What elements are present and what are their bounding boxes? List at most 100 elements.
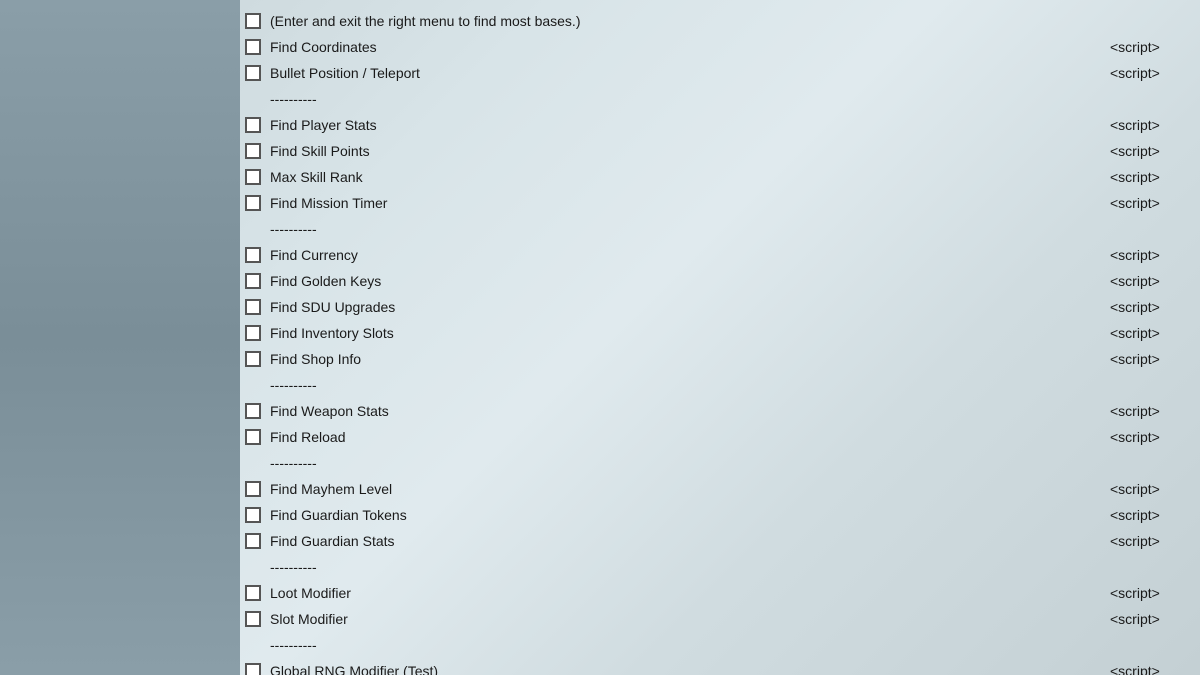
- checkbox-wrapper-find-player-stats: [240, 117, 266, 133]
- item-script-find-currency: <script>: [1110, 247, 1190, 263]
- separator-row: ----------: [240, 632, 1200, 658]
- checkbox-wrapper-find-guardian-tokens: [240, 507, 266, 523]
- checkbox-wrapper-find-weapon-stats: [240, 403, 266, 419]
- item-script-find-golden-keys: <script>: [1110, 273, 1190, 289]
- item-label-find-player-stats: Find Player Stats: [266, 117, 1110, 133]
- list-item-find-shop-info: Find Shop Info<script>: [240, 346, 1200, 372]
- list-item-find-player-stats: Find Player Stats<script>: [240, 112, 1200, 138]
- checkbox-wrapper-bullet-position: [240, 65, 266, 81]
- list-item-global-rng-modifier: Global RNG Modifier (Test)<script>: [240, 658, 1200, 675]
- list-item-find-mayhem-level: Find Mayhem Level<script>: [240, 476, 1200, 502]
- intro-label: (Enter and exit the right menu to find m…: [266, 13, 1190, 29]
- checkbox-find-player-stats[interactable]: [245, 117, 261, 133]
- intro-checkbox-wrapper: [240, 13, 266, 29]
- separator-row: ----------: [240, 554, 1200, 580]
- checkbox-find-currency[interactable]: [245, 247, 261, 263]
- item-label-find-currency: Find Currency: [266, 247, 1110, 263]
- checkbox-find-guardian-stats[interactable]: [245, 533, 261, 549]
- item-label-max-skill-rank: Max Skill Rank: [266, 169, 1110, 185]
- checkbox-wrapper-global-rng-modifier: [240, 663, 266, 675]
- item-script-find-coordinates: <script>: [1110, 39, 1190, 55]
- checkbox-find-mayhem-level[interactable]: [245, 481, 261, 497]
- intro-checkbox[interactable]: [245, 13, 261, 29]
- checkbox-find-guardian-tokens[interactable]: [245, 507, 261, 523]
- item-script-find-skill-points: <script>: [1110, 143, 1190, 159]
- list-item-find-currency: Find Currency<script>: [240, 242, 1200, 268]
- checkbox-global-rng-modifier[interactable]: [245, 663, 261, 675]
- checkbox-wrapper-find-guardian-stats: [240, 533, 266, 549]
- item-script-find-player-stats: <script>: [1110, 117, 1190, 133]
- item-label-find-guardian-tokens: Find Guardian Tokens: [266, 507, 1110, 523]
- list-item-max-skill-rank: Max Skill Rank<script>: [240, 164, 1200, 190]
- checkbox-loot-modifier[interactable]: [245, 585, 261, 601]
- checkbox-wrapper-slot-modifier: [240, 611, 266, 627]
- item-script-find-guardian-stats: <script>: [1110, 533, 1190, 549]
- item-label-global-rng-modifier: Global RNG Modifier (Test): [266, 663, 1110, 675]
- checkbox-wrapper-max-skill-rank: [240, 169, 266, 185]
- item-script-max-skill-rank: <script>: [1110, 169, 1190, 185]
- checkbox-wrapper-find-reload: [240, 429, 266, 445]
- checkbox-find-golden-keys[interactable]: [245, 273, 261, 289]
- item-script-find-mayhem-level: <script>: [1110, 481, 1190, 497]
- separator-row: ----------: [240, 86, 1200, 112]
- item-label-find-mayhem-level: Find Mayhem Level: [266, 481, 1110, 497]
- checkbox-find-inventory-slots[interactable]: [245, 325, 261, 341]
- checkbox-wrapper-find-currency: [240, 247, 266, 263]
- list-item-find-sdu-upgrades: Find SDU Upgrades<script>: [240, 294, 1200, 320]
- intro-row: (Enter and exit the right menu to find m…: [240, 8, 1200, 34]
- item-script-find-reload: <script>: [1110, 429, 1190, 445]
- list-item-find-guardian-tokens: Find Guardian Tokens<script>: [240, 502, 1200, 528]
- separator-label: ----------: [240, 559, 317, 575]
- item-script-slot-modifier: <script>: [1110, 611, 1190, 627]
- checkbox-find-skill-points[interactable]: [245, 143, 261, 159]
- checkbox-find-shop-info[interactable]: [245, 351, 261, 367]
- separator-label: ----------: [240, 221, 317, 237]
- checkbox-wrapper-find-skill-points: [240, 143, 266, 159]
- separator-label: ----------: [240, 91, 317, 107]
- checkbox-find-mission-timer[interactable]: [245, 195, 261, 211]
- item-script-find-mission-timer: <script>: [1110, 195, 1190, 211]
- checkbox-wrapper-find-mayhem-level: [240, 481, 266, 497]
- item-script-loot-modifier: <script>: [1110, 585, 1190, 601]
- checkbox-find-reload[interactable]: [245, 429, 261, 445]
- checkbox-find-weapon-stats[interactable]: [245, 403, 261, 419]
- separator-label: ----------: [240, 377, 317, 393]
- list-item-find-weapon-stats: Find Weapon Stats<script>: [240, 398, 1200, 424]
- checkbox-find-sdu-upgrades[interactable]: [245, 299, 261, 315]
- item-label-find-mission-timer: Find Mission Timer: [266, 195, 1110, 211]
- item-label-slot-modifier: Slot Modifier: [266, 611, 1110, 627]
- item-label-find-guardian-stats: Find Guardian Stats: [266, 533, 1110, 549]
- list-item-find-inventory-slots: Find Inventory Slots<script>: [240, 320, 1200, 346]
- main-content: (Enter and exit the right menu to find m…: [240, 0, 1200, 675]
- item-label-find-skill-points: Find Skill Points: [266, 143, 1110, 159]
- separator-row: ----------: [240, 372, 1200, 398]
- checkbox-slot-modifier[interactable]: [245, 611, 261, 627]
- item-label-bullet-position: Bullet Position / Teleport: [266, 65, 1110, 81]
- separator-row: ----------: [240, 450, 1200, 476]
- item-script-find-guardian-tokens: <script>: [1110, 507, 1190, 523]
- list-item-find-guardian-stats: Find Guardian Stats<script>: [240, 528, 1200, 554]
- checkbox-max-skill-rank[interactable]: [245, 169, 261, 185]
- checkbox-bullet-position[interactable]: [245, 65, 261, 81]
- item-label-find-shop-info: Find Shop Info: [266, 351, 1110, 367]
- item-script-bullet-position: <script>: [1110, 65, 1190, 81]
- item-label-find-golden-keys: Find Golden Keys: [266, 273, 1110, 289]
- checkbox-wrapper-find-inventory-slots: [240, 325, 266, 341]
- checkbox-wrapper-find-mission-timer: [240, 195, 266, 211]
- item-script-find-sdu-upgrades: <script>: [1110, 299, 1190, 315]
- list-item-find-reload: Find Reload<script>: [240, 424, 1200, 450]
- item-script-find-inventory-slots: <script>: [1110, 325, 1190, 341]
- item-label-find-weapon-stats: Find Weapon Stats: [266, 403, 1110, 419]
- list-item-slot-modifier: Slot Modifier<script>: [240, 606, 1200, 632]
- list-item-find-coordinates: Find Coordinates<script>: [240, 34, 1200, 60]
- checkbox-wrapper-find-shop-info: [240, 351, 266, 367]
- checkbox-find-coordinates[interactable]: [245, 39, 261, 55]
- separator-row: ----------: [240, 216, 1200, 242]
- list-item-find-golden-keys: Find Golden Keys<script>: [240, 268, 1200, 294]
- checkbox-wrapper-loot-modifier: [240, 585, 266, 601]
- item-label-loot-modifier: Loot Modifier: [266, 585, 1110, 601]
- checkbox-wrapper-find-golden-keys: [240, 273, 266, 289]
- item-script-find-shop-info: <script>: [1110, 351, 1190, 367]
- list-item-bullet-position: Bullet Position / Teleport<script>: [240, 60, 1200, 86]
- item-script-global-rng-modifier: <script>: [1110, 663, 1190, 675]
